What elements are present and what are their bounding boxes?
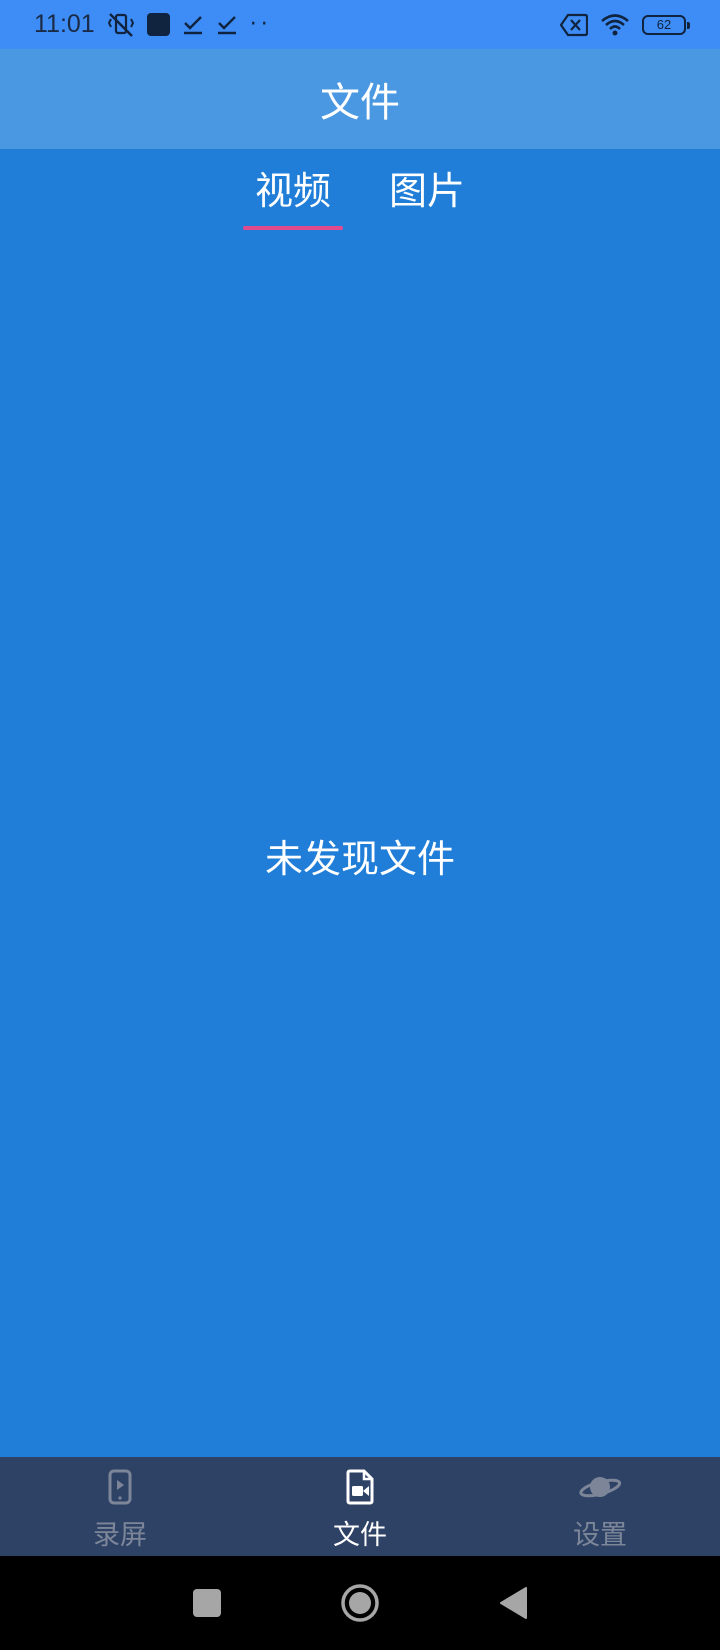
circle-icon <box>341 1584 379 1622</box>
empty-state-message: 未发现文件 <box>264 837 455 881</box>
nav-item-settings[interactable]: 设置 <box>480 1457 720 1556</box>
nav-item-record[interactable]: 录屏 <box>0 1457 240 1556</box>
square-icon <box>193 1589 221 1617</box>
nav-label-record: 录屏 <box>93 1520 147 1551</box>
home-button[interactable] <box>340 1583 380 1623</box>
app-bar: 文件 <box>0 49 720 149</box>
nav-label-settings: 设置 <box>573 1520 627 1551</box>
nav-item-files[interactable]: 文件 <box>240 1457 480 1556</box>
back-button[interactable] <box>498 1586 528 1620</box>
tab-images[interactable]: 图片 <box>377 160 477 232</box>
tab-images-label: 图片 <box>388 169 465 213</box>
bottom-navigation: 录屏 文件 设置 <box>0 1457 720 1556</box>
planet-icon <box>578 1469 622 1509</box>
battery-icon: 62 <box>642 14 690 35</box>
status-time: 11:01 <box>34 10 95 38</box>
vibrate-off-icon <box>107 12 135 38</box>
download-done-icon <box>182 14 204 36</box>
download-done-icon <box>216 14 238 36</box>
more-dots-icon: ·· <box>249 11 272 37</box>
phone-record-icon <box>107 1469 133 1509</box>
recents-button[interactable] <box>192 1588 222 1618</box>
video-file-icon <box>345 1469 375 1509</box>
tab-bar: 视频 图片 <box>0 160 720 232</box>
wifi-icon <box>600 13 630 37</box>
status-bar: 11:01 ·· 62 <box>0 0 720 49</box>
page-title: 文件 <box>320 80 400 126</box>
back-triangle-icon <box>500 1587 527 1619</box>
tab-videos-label: 视频 <box>254 169 331 213</box>
system-navigation-bar <box>0 1556 720 1650</box>
tab-videos[interactable]: 视频 <box>243 160 343 232</box>
nav-label-files: 文件 <box>333 1520 387 1551</box>
app-square-icon <box>146 13 170 36</box>
sim-x-icon <box>560 13 588 37</box>
